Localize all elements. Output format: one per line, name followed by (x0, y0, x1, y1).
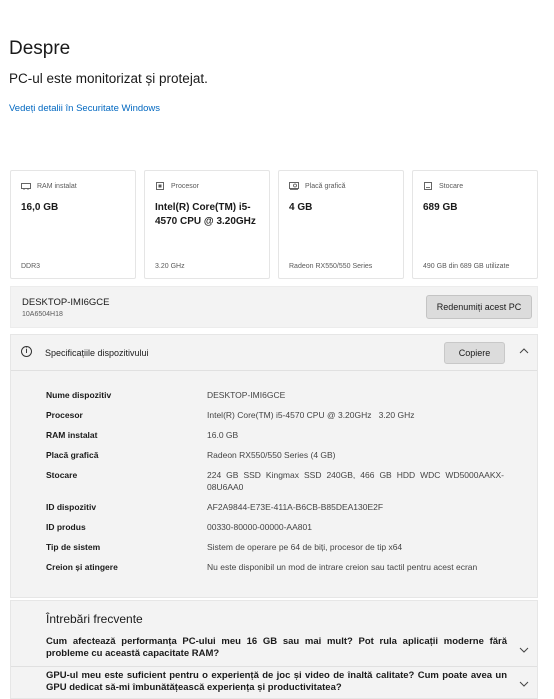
processor-card-label: Procesor (171, 182, 200, 190)
faq-question: GPU-ul meu este suficient pentru o exper… (46, 670, 507, 693)
graphics-card-label: Placă grafică (305, 182, 346, 190)
graphics-card-footer: Radeon RX550/550 Series (289, 263, 373, 270)
spec-row: RAM instalat 16.0 GB (46, 429, 516, 449)
faq-title: Întrebări frecvente (46, 612, 143, 626)
device-specifications-header[interactable]: i Specificațiile dispozitivului Copiere (11, 335, 537, 371)
spec-value: 00330-80000-00000-AA801 (207, 522, 312, 532)
spec-key: ID dispozitiv (46, 502, 97, 512)
spec-value: DESKTOP-IMI6GCE (207, 390, 286, 400)
processor-icon (156, 182, 164, 190)
spec-key: Stocare (46, 470, 78, 480)
spec-value: 16.0 GB (207, 430, 239, 440)
device-specifications-title: Specificațiile dispozitivului (45, 348, 149, 358)
spec-row: Stocare 224 GB SSD Kingmax SSD 240GB, 466… (46, 469, 516, 501)
spec-key: Procesor (46, 410, 83, 420)
device-name: DESKTOP-IMI6GCE (22, 297, 110, 308)
spec-row: Placă grafică Radeon RX550/550 Series (4 … (46, 449, 516, 469)
security-details-link[interactable]: Vedeți detalii în Securitate Windows (9, 103, 160, 114)
storage-icon (424, 182, 432, 190)
copy-button[interactable]: Copiere (444, 342, 505, 364)
spec-value: 224 GB SSD Kingmax SSD 240GB, 466 GB HDD… (207, 470, 504, 492)
spec-value: AF2A9844-E73E-411A-B6CB-B85DEA130E2F (207, 502, 384, 512)
graphics-card-icon (289, 182, 299, 190)
ram-card: RAM instalat 16,0 GB DDR3 (10, 170, 136, 279)
spec-key: Placă grafică (46, 450, 99, 460)
storage-card: Stocare 689 GB 490 GB din 689 GB utiliza… (412, 170, 538, 279)
spec-row: ID produs 00330-80000-00000-AA801 (46, 521, 516, 541)
rename-pc-button[interactable]: Redenumiți acest PC (426, 295, 532, 319)
specifications-list: Nume dispozitiv DESKTOP-IMI6GCE Procesor I… (46, 389, 516, 581)
faq-item[interactable]: GPU-ul meu este suficient pentru o exper… (11, 667, 537, 699)
info-icon: i (21, 346, 32, 357)
chevron-up-icon[interactable] (519, 346, 529, 356)
processor-card-value: Intel(R) Core(TM) i5-4570 CPU @ 3.20GHz (155, 202, 256, 227)
ram-card-label: RAM instalat (37, 182, 77, 190)
graphics-card-value: 4 GB (289, 202, 313, 213)
processor-card: Procesor Intel(R) Core(TM) i5-4570 CPU @… (144, 170, 270, 279)
spec-row: Creion și atingere Nu este disponibil un … (46, 561, 516, 581)
spec-value: Sistem de operare pe 64 de biți, proceso… (207, 542, 403, 552)
spec-row: Procesor Intel(R) Core(TM) i5-4570 CPU @ … (46, 409, 516, 429)
faq-panel: Întrebări frecvente Cum afectează perfor… (10, 600, 538, 699)
spec-cards: RAM instalat 16,0 GB DDR3 Procesor Intel… (10, 170, 538, 279)
spec-key: Tip de sistem (46, 542, 101, 552)
graphics-card: Placă grafică 4 GB Radeon RX550/550 Seri… (278, 170, 404, 279)
device-model-id: 10A6504H18 (22, 311, 63, 318)
faq-question: Cum afectează performanța PC-ului meu 16… (46, 636, 507, 659)
ram-card-footer: DDR3 (21, 263, 41, 270)
page-title: Despre (9, 38, 71, 59)
spec-row: ID dispozitiv AF2A9844-E73E-411A-B6CB-B85… (46, 501, 516, 521)
spec-value: Intel(R) Core(TM) i5-4570 CPU @ 3.20GHz … (207, 410, 415, 420)
chevron-down-icon[interactable] (519, 645, 529, 655)
chevron-down-icon[interactable] (519, 679, 529, 689)
ram-card-value: 16,0 GB (21, 202, 59, 213)
protection-status: PC-ul este monitorizat și protejat. (9, 71, 208, 86)
faq-item[interactable]: Cum afectează performanța PC-ului meu 16… (11, 633, 537, 667)
processor-card-footer: 3.20 GHz (155, 263, 185, 270)
device-name-bar: DESKTOP-IMI6GCE 10A6504H18 Redenumiți ac… (10, 286, 538, 328)
spec-row: Nume dispozitiv DESKTOP-IMI6GCE (46, 389, 516, 409)
spec-key: RAM instalat (46, 430, 98, 440)
spec-value: Radeon RX550/550 Series (4 GB) (207, 450, 336, 460)
spec-row: Tip de sistem Sistem de operare pe 64 de … (46, 541, 516, 561)
ram-icon (21, 183, 31, 190)
storage-card-label: Stocare (439, 182, 464, 190)
spec-key: Nume dispozitiv (46, 390, 112, 400)
storage-card-value: 689 GB (423, 202, 458, 213)
spec-key: ID produs (46, 522, 86, 532)
spec-key: Creion și atingere (46, 562, 118, 572)
spec-value: Nu este disponibil un mod de intrare cre… (207, 562, 478, 572)
device-specifications-panel: i Specificațiile dispozitivului Copiere … (10, 334, 538, 598)
storage-card-footer: 490 GB din 689 GB utilizate (423, 263, 510, 270)
